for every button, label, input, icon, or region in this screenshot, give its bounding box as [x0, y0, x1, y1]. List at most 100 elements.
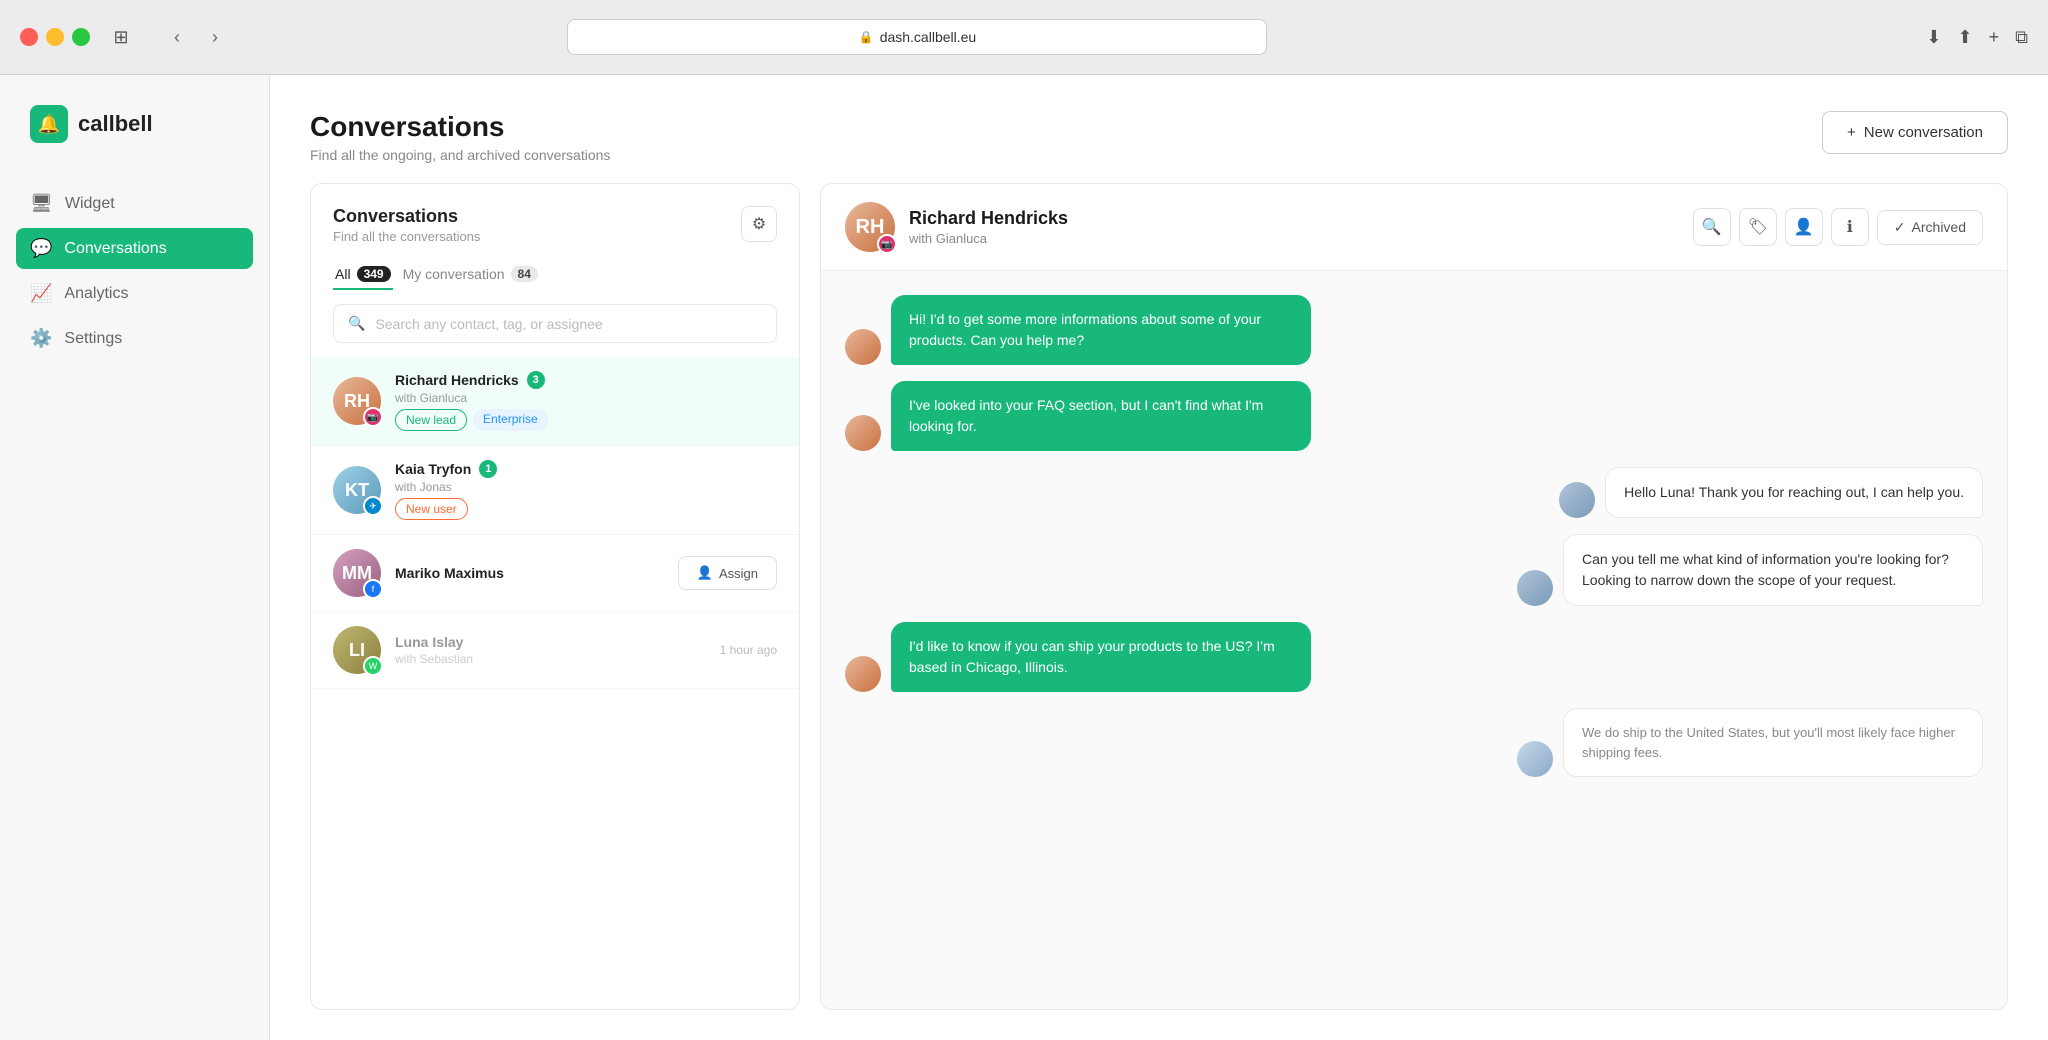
customer-avatar [845, 329, 881, 365]
message-row: I've looked into your FAQ section, but I… [845, 381, 1983, 451]
logo-text: callbell [78, 111, 153, 137]
archived-button[interactable]: ✓ Archived [1877, 210, 1983, 245]
sidebar-item-analytics[interactable]: 📈 Analytics [16, 273, 253, 314]
chat-info: Richard Hendricks with Gianluca [909, 208, 1679, 246]
message-bubble: I've looked into your FAQ section, but I… [891, 381, 1311, 451]
sidebar-item-label-analytics: Analytics [64, 285, 128, 303]
instagram-icon: 📷 [363, 407, 383, 427]
page-title: Conversations [310, 111, 610, 143]
tabs-icon[interactable]: ⧉ [2015, 27, 2028, 48]
maximize-btn[interactable] [72, 28, 90, 46]
tab-my-badge: 84 [511, 266, 538, 282]
message-text: I'd like to know if you can ship your pr… [909, 638, 1275, 675]
conv-tags: New user [395, 498, 777, 520]
message-row: Can you tell me what kind of information… [845, 534, 1983, 606]
new-conversation-label: New conversation [1864, 124, 1983, 141]
panel-subtitle: Find all the conversations [333, 229, 480, 244]
conv-name: Kaia Tryfon 1 [395, 460, 777, 478]
list-item[interactable]: RH 📷 Richard Hendricks 3 with Gianluca N… [311, 357, 799, 446]
sidebar-item-conversations[interactable]: 💬 Conversations [16, 228, 253, 269]
conv-name: Luna Islay [395, 634, 706, 650]
conv-sub: with Jonas [395, 480, 777, 494]
message-bubble: Hello Luna! Thank you for reaching out, … [1605, 467, 1983, 518]
tab-my-conversations[interactable]: My conversation 84 [401, 260, 540, 290]
message-text: Hi! I'd to get some more informations ab… [909, 311, 1261, 348]
tag-new-user: New user [395, 498, 468, 520]
settings-icon: ⚙️ [30, 328, 52, 349]
contact-name: Luna Islay [395, 634, 463, 650]
sidebar-item-settings[interactable]: ⚙️ Settings [16, 318, 253, 359]
minimize-btn[interactable] [46, 28, 64, 46]
list-item[interactable]: KT ✈ Kaia Tryfon 1 with Jonas New user [311, 446, 799, 535]
chat-channel-icon: 📷 [877, 234, 897, 254]
message-text: Hello Luna! Thank you for reaching out, … [1624, 484, 1964, 500]
close-btn[interactable] [20, 28, 38, 46]
assign-button[interactable]: 👤 Assign [678, 556, 777, 590]
conv-name: Mariko Maximus [395, 565, 664, 581]
traffic-lights [20, 28, 90, 46]
search-placeholder: Search any contact, tag, or assignee [375, 316, 602, 332]
archived-label: Archived [1912, 219, 1966, 235]
contact-name: Mariko Maximus [395, 565, 504, 581]
address-bar[interactable]: 🔒 dash.callbell.eu [567, 19, 1267, 55]
lock-icon: 🔒 [859, 30, 874, 44]
share-icon[interactable]: ⬆ [1958, 27, 1973, 48]
sidebar-item-label-settings: Settings [64, 330, 122, 348]
message-row: Hi! I'd to get some more informations ab… [845, 295, 1983, 365]
assign-icon: 👤 [1794, 217, 1814, 237]
panel-settings-button[interactable]: ⚙ [741, 206, 777, 242]
conv-info: Richard Hendricks 3 with Gianluca New le… [395, 371, 777, 431]
chat-actions: 🔍 🏷 👤 ℹ ✓ Archived [1693, 208, 1983, 246]
chat-search-button[interactable]: 🔍 [1693, 208, 1731, 246]
avatar-wrap: RH 📷 [333, 377, 381, 425]
back-btn[interactable]: ‹ [162, 22, 192, 52]
new-conversation-button[interactable]: + New conversation [1822, 111, 2008, 154]
chat-contact-sub: with Gianluca [909, 231, 1679, 246]
conv-name: Richard Hendricks 3 [395, 371, 777, 389]
nav-items: 🖥 Widget 💬 Conversations 📈 Analytics ⚙️ … [0, 183, 269, 359]
chat-info-button[interactable]: ℹ [1831, 208, 1869, 246]
tag-new-lead: New lead [395, 409, 467, 431]
chat-tag-button[interactable]: 🏷 [1739, 208, 1777, 246]
panels-area: Conversations Find all the conversations… [270, 183, 2048, 1040]
tab-all[interactable]: All 349 [333, 260, 393, 290]
avatar-wrap: LI W [333, 626, 381, 674]
browser-actions: ⬇ ⬆ + ⧉ [1926, 27, 2028, 48]
add-tab-icon[interactable]: + [1989, 27, 2000, 48]
sidebar-item-widget[interactable]: 🖥 Widget [16, 183, 253, 224]
conversations-icon: 💬 [30, 238, 52, 259]
conv-tags: New lead Enterprise [395, 409, 777, 431]
sidebar: 🔔 callbell 🖥 Widget 💬 Conversations 📈 An… [0, 75, 270, 1040]
list-item[interactable]: LI W Luna Islay with Sebastian 1 hour ag… [311, 612, 799, 689]
conv-sub: with Sebastian [395, 652, 706, 666]
sidebar-toggle-btn[interactable]: ⊞ [106, 22, 136, 52]
widget-icon: 🖥 [30, 193, 53, 214]
message-row: I'd like to know if you can ship your pr… [845, 622, 1983, 692]
unread-badge: 3 [527, 371, 545, 389]
customer-avatar [845, 415, 881, 451]
chat-assign-button[interactable]: 👤 [1785, 208, 1823, 246]
page-header: Conversations Find all the ongoing, and … [270, 75, 2048, 183]
agent-avatar [1559, 482, 1595, 518]
conv-time: 1 hour ago [720, 643, 777, 657]
conversations-panel: Conversations Find all the conversations… [310, 183, 800, 1010]
message-text: Can you tell me what kind of information… [1582, 551, 1949, 588]
avatar-wrap: KT ✈ [333, 466, 381, 514]
search-bar[interactable]: 🔍 Search any contact, tag, or assignee [333, 304, 777, 343]
download-icon[interactable]: ⬇ [1926, 27, 1941, 48]
contact-name: Kaia Tryfon [395, 461, 471, 477]
conv-info: Luna Islay with Sebastian [395, 634, 706, 666]
tabs-row: All 349 My conversation 84 [311, 244, 799, 290]
agent-avatar [1517, 741, 1553, 777]
main-content: Conversations Find all the ongoing, and … [270, 75, 2048, 1040]
message-text: We do ship to the United States, but you… [1582, 725, 1955, 760]
message-bubble: Hi! I'd to get some more informations ab… [891, 295, 1311, 365]
list-item[interactable]: MM f Mariko Maximus 👤 Assign [311, 535, 799, 612]
message-bubble: I'd like to know if you can ship your pr… [891, 622, 1311, 692]
search-icon: 🔍 [1702, 217, 1722, 237]
tag-icon: 🏷 [1748, 217, 1768, 237]
conversations-list: RH 📷 Richard Hendricks 3 with Gianluca N… [311, 357, 799, 1009]
contact-name: Richard Hendricks [395, 372, 519, 388]
forward-btn[interactable]: › [200, 22, 230, 52]
browser-nav: ‹ › [162, 22, 230, 52]
